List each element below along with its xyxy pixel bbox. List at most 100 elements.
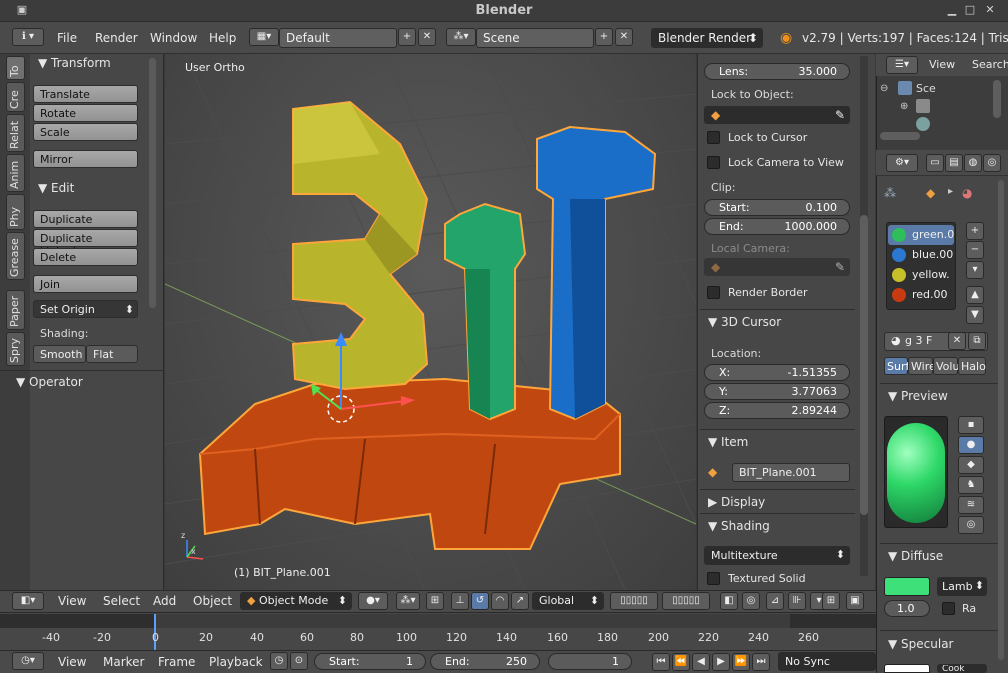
editor-type-3dview-icon[interactable]: ◧▾ xyxy=(12,592,44,610)
volume-tab[interactable]: Volu xyxy=(933,357,959,375)
join-button[interactable]: Join xyxy=(33,275,138,293)
jump-keyframe-forward-icon[interactable]: ⏩ xyxy=(732,653,750,671)
preview-cube-icon[interactable]: ◆ xyxy=(958,456,984,474)
remove-scene-icon[interactable]: ✕ xyxy=(615,28,633,46)
flat-button[interactable]: Flat xyxy=(86,345,138,363)
move-slot-up-icon[interactable]: ▲ xyxy=(966,286,984,304)
shading-mode-select[interactable]: Multitexture ⬍ xyxy=(704,546,850,565)
pin-icon[interactable]: ⁂ xyxy=(884,186,896,200)
menu-window[interactable]: Window xyxy=(150,31,197,45)
cursor-z-field[interactable]: Z: 2.89244 xyxy=(704,402,850,419)
scene-field[interactable]: Scene xyxy=(476,28,594,48)
outliner-hscrollbar[interactable] xyxy=(880,132,920,140)
opengl-render-icon[interactable]: ▣ xyxy=(846,592,864,610)
preview-flat-icon[interactable]: ▪ xyxy=(958,416,984,434)
play-icon[interactable]: ▶ xyxy=(712,653,730,671)
diffuse-shader-select[interactable]: Lamb ⬍ xyxy=(937,577,987,596)
translate-manipulator-icon[interactable]: ⊥ xyxy=(451,592,469,610)
display-panel-header[interactable]: ▶ Display xyxy=(708,495,765,509)
duplicate-button[interactable]: Duplicate xyxy=(33,210,138,228)
slot-specials-icon[interactable]: ▾ xyxy=(966,261,984,279)
select-menu[interactable]: Select xyxy=(103,594,140,608)
layers-tab-icon[interactable]: ▤ xyxy=(945,154,963,172)
preview-world-icon[interactable]: ◎ xyxy=(958,516,984,534)
world-tab-icon[interactable]: ◎ xyxy=(983,154,1001,172)
tab-grease-pencil[interactable]: Grease xyxy=(6,232,25,280)
lock-to-cursor-checkbox[interactable] xyxy=(707,131,720,144)
snap-element-icon[interactable]: ⊪ xyxy=(788,592,806,610)
transform-space-icon[interactable]: ↗ xyxy=(511,592,529,610)
clip-start-field[interactable]: Start: 0.100 xyxy=(704,199,850,216)
specular-panel-header[interactable]: ▼ Specular xyxy=(888,637,954,651)
lens-field[interactable]: Lens: 35.000 xyxy=(704,63,850,80)
view-menu[interactable]: View xyxy=(58,594,86,608)
outliner-view-menu[interactable]: View xyxy=(929,58,955,71)
set-origin-select[interactable]: Set Origin ⬍ xyxy=(33,300,138,318)
fake-user-icon[interactable]: ✕ xyxy=(948,332,966,350)
remove-slot-icon[interactable]: − xyxy=(966,241,984,259)
editor-type-timeline-icon[interactable]: ◷▾ xyxy=(12,652,44,670)
preview-monkey-icon[interactable]: ♞ xyxy=(958,476,984,494)
material-slot-3[interactable]: red.00 xyxy=(890,286,954,304)
scale-button[interactable]: Scale xyxy=(33,123,138,141)
scene-icon[interactable]: ⁂▾ xyxy=(446,28,476,46)
item-name-field[interactable]: BIT_Plane.001 xyxy=(732,463,850,482)
close-icon[interactable]: ✕ xyxy=(982,3,998,19)
properties-editor-scrollbar[interactable] xyxy=(998,180,1004,660)
proportional-edit-icon[interactable]: ◎ xyxy=(742,592,760,610)
manipulator-toggle-icon[interactable]: ⊞ xyxy=(426,592,444,610)
menu-file[interactable]: File xyxy=(57,31,77,45)
scale-manipulator-icon[interactable]: ◠ xyxy=(491,592,509,610)
add-slot-icon[interactable]: + xyxy=(966,222,984,240)
screen-layout-field[interactable]: Default xyxy=(279,28,397,48)
screen-layout-icon[interactable]: ▦▾ xyxy=(249,28,279,46)
halo-tab[interactable]: Halo xyxy=(958,357,986,375)
layers-grid-b[interactable]: ▯▯▯▯▯ xyxy=(662,592,710,610)
specular-shader-select[interactable]: Cook xyxy=(937,664,987,673)
diffuse-intensity-field[interactable]: 1.0 xyxy=(884,600,930,617)
menu-render[interactable]: Render xyxy=(95,31,138,45)
mirror-button[interactable]: Mirror xyxy=(33,150,138,168)
shading-panel-header[interactable]: ▼ Shading xyxy=(708,519,770,533)
editor-type-outliner-icon[interactable]: ☰▾ xyxy=(886,56,918,74)
eyedropper-icon[interactable]: ✎ xyxy=(835,108,845,122)
diffuse-panel-header[interactable]: ▼ Diffuse xyxy=(888,549,943,563)
add-menu[interactable]: Add xyxy=(153,594,176,608)
rotate-button[interactable]: Rotate xyxy=(33,104,138,122)
current-frame-field[interactable]: 1 xyxy=(548,653,632,670)
render-engine-select[interactable]: Blender Render ⬍ xyxy=(651,28,763,48)
material-browse-icon[interactable]: ◕ xyxy=(891,334,901,347)
clip-end-field[interactable]: End: 1000.000 xyxy=(704,218,850,235)
timeline-frame-menu[interactable]: Frame xyxy=(158,655,195,669)
lock-object-field[interactable]: ◆ ✎ xyxy=(704,106,850,124)
snap-toggle-icon[interactable]: ⊿ xyxy=(766,592,784,610)
smooth-button[interactable]: Smooth xyxy=(33,345,86,363)
minimize-icon[interactable]: ▁ xyxy=(944,3,960,19)
wire-tab[interactable]: Wire xyxy=(908,357,936,375)
expand-icon[interactable]: ⊕ xyxy=(900,101,908,112)
sync-mode-select[interactable]: No Sync xyxy=(778,652,876,671)
viewport-shading-icon[interactable]: ●▾ xyxy=(358,592,388,610)
translate-button[interactable]: Translate xyxy=(33,85,138,103)
add-scene-icon[interactable]: + xyxy=(595,28,613,46)
editor-type-properties-icon[interactable]: ⚙▾ xyxy=(886,154,918,172)
properties-scrollbar[interactable] xyxy=(860,215,868,515)
transform-panel-header[interactable]: ▼ Transform xyxy=(38,56,111,70)
tab-spry[interactable]: Spry xyxy=(6,332,25,366)
preview-panel-header[interactable]: ▼ Preview xyxy=(888,389,948,403)
item-panel-header[interactable]: ▼ Item xyxy=(708,435,748,449)
scene-tab-icon[interactable]: ◍ xyxy=(964,154,982,172)
render-tab-icon[interactable]: ▭ xyxy=(926,154,944,172)
preview-range-icon[interactable]: ◷ xyxy=(270,652,288,670)
maximize-icon[interactable]: □ xyxy=(962,3,978,19)
material-slot-0[interactable]: green.0 xyxy=(890,226,954,244)
material-slot-1[interactable]: blue.00 xyxy=(890,246,954,264)
layer-lock-icon[interactable]: ◧ xyxy=(720,592,738,610)
menu-help[interactable]: Help xyxy=(209,31,236,45)
timeline-view-menu[interactable]: View xyxy=(58,655,86,669)
jump-keyframe-back-icon[interactable]: ⏪ xyxy=(672,653,690,671)
textured-solid-checkbox[interactable] xyxy=(707,572,720,585)
material-slot-2[interactable]: yellow. xyxy=(890,266,954,284)
preview-sphere-icon[interactable]: ● xyxy=(958,436,984,454)
pivot-point-icon[interactable]: ⁂▾ xyxy=(396,592,420,610)
